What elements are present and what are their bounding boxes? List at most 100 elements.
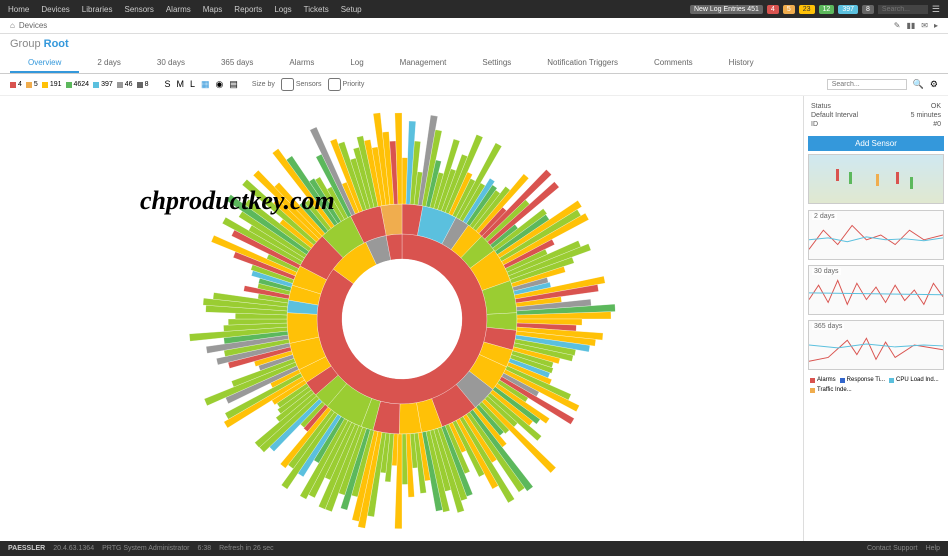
breadcrumb-path[interactable]: Devices [19,21,47,30]
nav-sensors[interactable]: Sensors [124,5,153,14]
arrow-icon[interactable]: ▸ [934,21,938,30]
menu-icon[interactable]: ☰ [932,4,940,15]
view-s-icon[interactable]: S [164,79,170,90]
chart-2days[interactable]: 2 days [808,210,944,260]
footer-support[interactable]: Contact Support [867,545,918,552]
content-area: chproductkey.com [0,96,803,541]
tab-label: 2 days [97,58,121,67]
nav-devices[interactable]: Devices [41,5,69,14]
sidebar: StatusOK Default Interval5 minutes ID#0 … [803,96,948,541]
count-green: 4624 [74,81,90,88]
tab-history[interactable]: History [711,54,772,73]
interval-value: 5 minutes [911,112,941,119]
nav-maps[interactable]: Maps [203,5,223,14]
add-sensor-button[interactable]: Add Sensor [808,136,944,151]
tab-365days[interactable]: 365 days [203,54,271,73]
tab-label: Settings [482,58,511,67]
status-badge-gray[interactable]: 8 [862,5,874,14]
status-label: Status [811,103,831,110]
status-badge-green[interactable]: 12 [819,5,835,14]
count-orange: 5 [34,81,38,88]
title-root[interactable]: Root [44,38,69,50]
nav-libraries[interactable]: Libraries [82,5,113,14]
id-label: ID [811,121,818,128]
sensors-checkbox[interactable]: Sensors [281,78,322,91]
nav-alarms[interactable]: Alarms [166,5,191,14]
nav-setup[interactable]: Setup [341,5,362,14]
legend: Alarms Response Ti... CPU Load Ind... Tr… [808,375,944,395]
chart-30days[interactable]: 30 days [808,265,944,315]
tab-label: History [729,58,754,67]
tab-2days[interactable]: 2 days [79,54,139,73]
sunburst-chart[interactable] [182,99,622,539]
interval-label: Default Interval [811,112,858,119]
tab-log[interactable]: Log [332,54,381,73]
priority-cb-label: Priority [343,81,365,88]
footer-help[interactable]: Help [926,545,940,552]
legend-cpu: CPU Load Ind... [896,377,939,383]
status-badge-red[interactable]: 4 [767,5,779,14]
breadcrumb-home-icon[interactable]: ⌂ [10,21,15,30]
id-value: #0 [933,121,941,128]
tab-label: Comments [654,58,693,67]
mini-map[interactable] [808,154,944,204]
topbar-status: New Log Entries 451 4 5 23 12 397 8 ☰ [690,4,940,15]
edit-icon[interactable]: ✎ [894,21,901,30]
footer-refresh: Refresh in 26 sec [219,545,273,552]
toolbar: 4 5 191 4624 397 46 8 S M L ▦ ◉ ▤ Size b… [0,74,948,96]
tab-label: Notification Triggers [547,58,618,67]
priority-checkbox[interactable]: Priority [328,78,365,91]
new-log-badge[interactable]: New Log Entries 451 [690,5,763,14]
footer-system: PRTG System Administrator [102,545,189,552]
tab-label: 30 days [157,58,185,67]
top-navbar: Home Devices Libraries Sensors Alarms Ma… [0,0,948,18]
tab-label: Management [400,58,447,67]
main-area: chproductkey.com Status OK Default Interv… [0,96,948,541]
tab-management[interactable]: Management [382,54,465,73]
nav-reports[interactable]: Reports [234,5,262,14]
gear-icon[interactable]: ⚙ [930,79,938,90]
search-input[interactable] [827,79,907,90]
nav-links: Home Devices Libraries Sensors Alarms Ma… [8,5,362,14]
pause-icon[interactable]: ▮▮ [906,21,915,30]
tab-settings[interactable]: Settings [464,54,529,73]
nav-tickets[interactable]: Tickets [304,5,329,14]
view-sunburst-icon[interactable]: ◉ [216,79,224,90]
sensors-cb-label: Sensors [296,81,322,88]
tab-notifications[interactable]: Notification Triggers [529,54,636,73]
nav-logs[interactable]: Logs [274,5,291,14]
search-icon[interactable]: 🔍 [913,79,924,90]
tab-label: 365 days [221,58,253,67]
legend-traffic: Traffic Inde... [817,387,852,393]
tab-comments[interactable]: Comments [636,54,711,73]
footer-version: 20.4.63.1364 [53,545,94,552]
count-gray: 46 [125,81,133,88]
view-treemap-icon[interactable]: ▤ [229,79,238,90]
nav-home[interactable]: Home [8,5,29,14]
tab-30days[interactable]: 30 days [139,54,203,73]
view-m-icon[interactable]: M [176,79,184,90]
email-icon[interactable]: ✉ [921,21,928,30]
tab-alarms[interactable]: Alarms [271,54,332,73]
count-red: 4 [18,81,22,88]
count-blue: 397 [101,81,113,88]
footer: PAESSLER 20.4.63.1364 PRTG System Admini… [0,541,948,556]
legend-alarms: Alarms [817,377,836,383]
size-by-label: Size by [252,81,275,88]
view-l-icon[interactable]: L [190,79,195,90]
status-badge-orange[interactable]: 5 [783,5,795,14]
page-title: Group Root [0,34,948,54]
chart-365days[interactable]: 365 days [808,320,944,370]
status-value: OK [931,103,941,110]
view-grid-icon[interactable]: ▦ [201,79,210,90]
tab-overview[interactable]: Overview [10,54,79,73]
status-badge-blue[interactable]: 397 [838,5,858,14]
status-counts: 4 5 191 4624 397 46 8 [10,81,148,88]
chart-label-30d: 30 days [812,268,841,275]
count-yellow: 191 [50,81,62,88]
watermark-text: chproductkey.com [140,186,335,216]
status-badge-yellow[interactable]: 23 [799,5,815,14]
breadcrumb-bar: ⌂ Devices ✎ ▮▮ ✉ ▸ [0,18,948,34]
global-search-input[interactable] [878,5,928,14]
info-panel: Status OK Default Interval 5 minutes ID #0 [808,100,944,133]
